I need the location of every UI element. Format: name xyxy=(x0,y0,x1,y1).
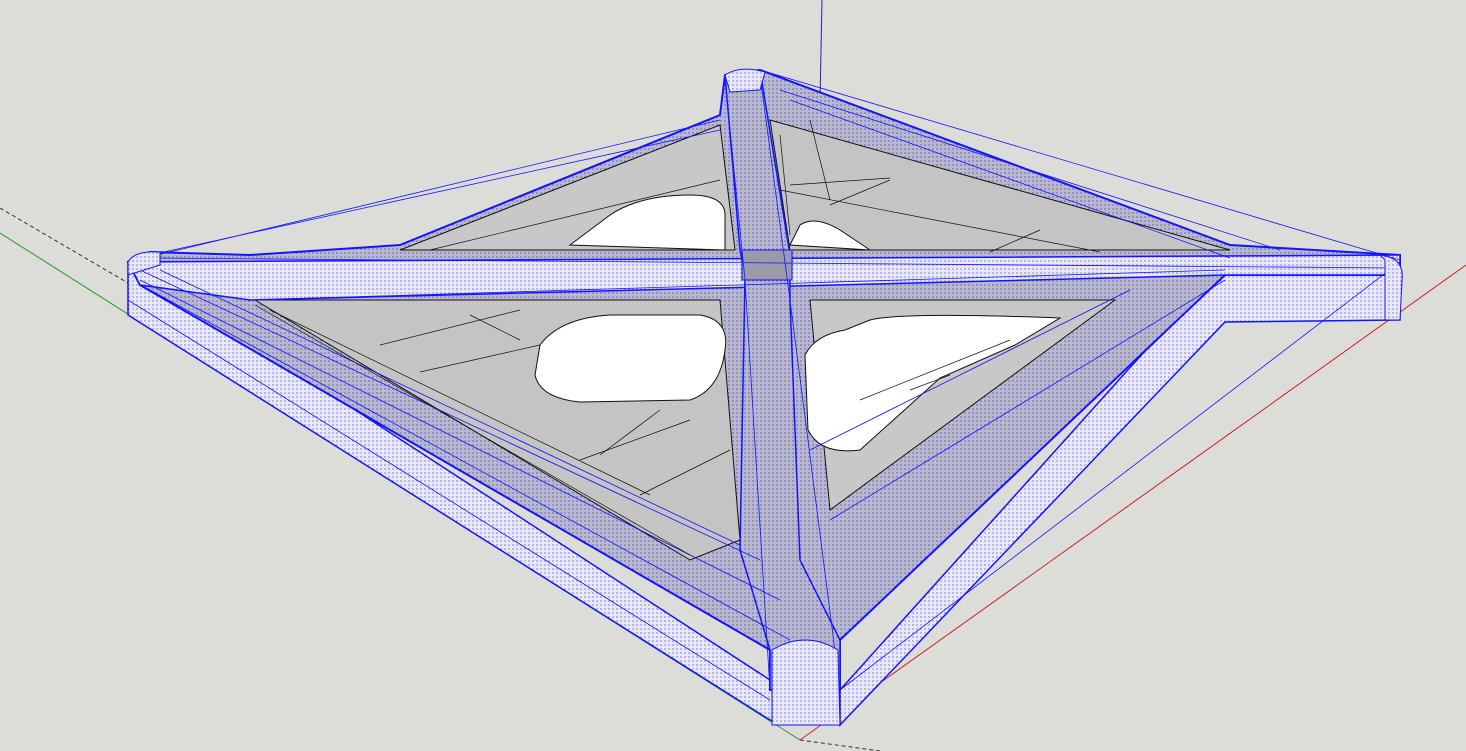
end-cap-bottom xyxy=(771,639,841,726)
cross-frame-model[interactable] xyxy=(126,68,1403,727)
modeling-viewport[interactable] xyxy=(0,0,1466,751)
slot-bottom-left xyxy=(534,314,727,403)
scene-canvas[interactable] xyxy=(0,0,1466,751)
red-axis-hidden xyxy=(799,739,881,751)
crossbar-junction xyxy=(741,249,793,281)
end-cap-top xyxy=(724,68,766,93)
